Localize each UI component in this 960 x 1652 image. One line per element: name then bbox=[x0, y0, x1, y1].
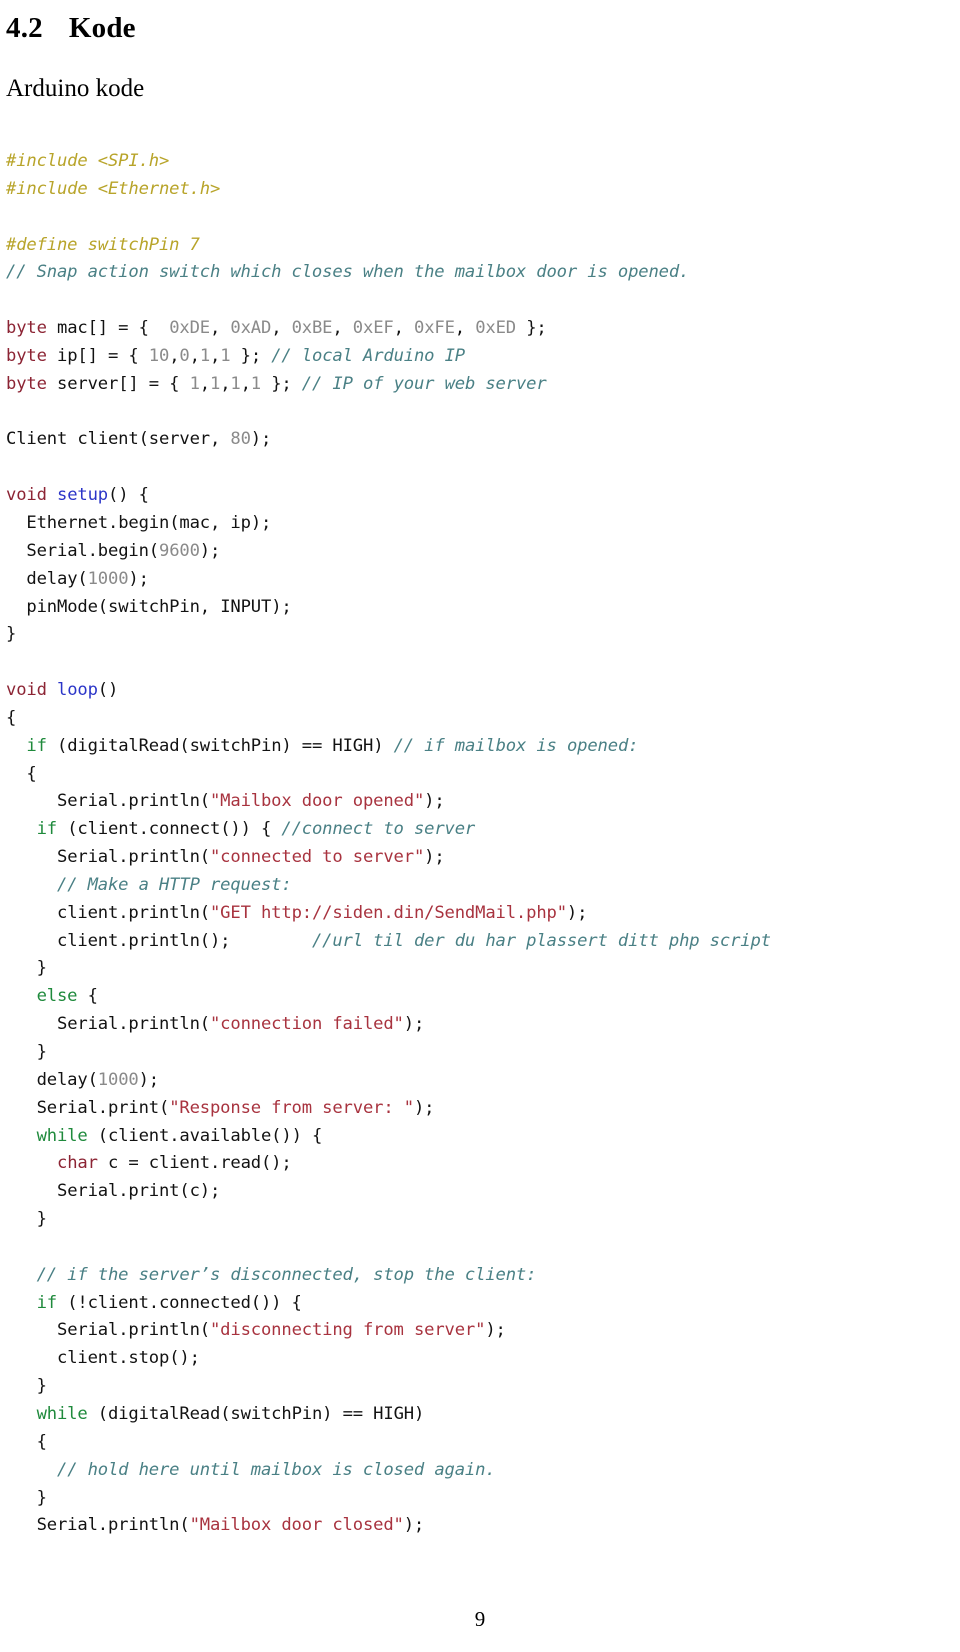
code-line: #include <SPI.h> bbox=[6, 151, 170, 171]
code-line: ​ bbox=[6, 287, 954, 315]
code-line: } bbox=[6, 1042, 47, 1062]
code-line: pinMode(switchPin, INPUT); bbox=[26, 596, 292, 617]
code-line: { bbox=[6, 1431, 47, 1452]
code-line: Serial.println("Mailbox door opened"); bbox=[57, 791, 445, 812]
page-content: 4.2 Kode Arduino kode #include <SPI.h> #in… bbox=[6, 0, 954, 1540]
code-line: byte mac[] = { 0xDE, 0xAD, 0xBE, 0xEF, 0… bbox=[6, 318, 547, 339]
code-line: byte ip[] = { 10,0,1,1 }; // local Ardui… bbox=[6, 345, 465, 366]
code-line: } bbox=[6, 1487, 47, 1508]
code-line: char c = client.read(); bbox=[57, 1153, 292, 1174]
code-line: if (digitalRead(switchPin) == HIGH) // i… bbox=[26, 735, 639, 756]
code-line: } bbox=[6, 624, 17, 645]
code-line: Serial.begin(9600); bbox=[26, 540, 221, 561]
code-block: #include <SPI.h>#include <Ethernet.h>​#d… bbox=[6, 103, 954, 1540]
code-line: #define switchPin 7 bbox=[6, 234, 200, 255]
section-number: 4.2 bbox=[6, 12, 43, 44]
code-line: delay(1000); bbox=[26, 568, 149, 589]
code-line: Serial.println("Mailbox door closed"); bbox=[36, 1515, 425, 1536]
section-title: Kode bbox=[68, 12, 136, 44]
code-line: ​ bbox=[6, 1234, 954, 1262]
code-line: } bbox=[6, 1376, 47, 1397]
code-line: { bbox=[6, 707, 17, 728]
code-line: ​ bbox=[6, 204, 954, 232]
code-line: void setup() { bbox=[6, 485, 149, 506]
code-line: #include <Ethernet.h> bbox=[6, 178, 221, 199]
code-line: // Make a HTTP request: bbox=[57, 874, 292, 895]
code-line: } bbox=[6, 1209, 47, 1230]
code-line: client.println("GET http://siden.din/Sen… bbox=[57, 902, 588, 923]
code-line: // hold here until mailbox is closed aga… bbox=[57, 1459, 496, 1480]
code-line: client.stop(); bbox=[57, 1348, 200, 1369]
code-line: Serial.println("connected to server"); bbox=[57, 847, 445, 868]
code-line: void loop() bbox=[6, 680, 119, 701]
code-line: // Snap action switch which closes when … bbox=[6, 262, 690, 283]
page-number: 9 bbox=[474, 1607, 486, 1631]
code-line: Serial.println("disconnecting from serve… bbox=[57, 1320, 506, 1341]
code-line: ​ bbox=[6, 399, 954, 427]
code-line: while (digitalRead(switchPin) == HIGH) bbox=[36, 1403, 425, 1424]
document-page: 4.2 Kode Arduino kode #include <SPI.h> #in… bbox=[0, 0, 960, 1652]
code-line: ​ bbox=[6, 454, 954, 482]
code-line: } bbox=[6, 958, 47, 979]
code-line: delay(1000); bbox=[36, 1069, 160, 1090]
code-line: Client client(server, 80); bbox=[6, 429, 272, 450]
code-line: ​ bbox=[6, 649, 954, 677]
code-line: { bbox=[6, 763, 37, 784]
code-line: Serial.print(c); bbox=[57, 1181, 221, 1202]
code-line: byte server[] = { 1,1,1,1 }; // IP of yo… bbox=[6, 373, 547, 394]
code-line: Serial.print("Response from server: "); bbox=[36, 1097, 435, 1118]
code-line: if (client.connect()) { //connect to ser… bbox=[36, 819, 476, 840]
page-title: 4.2 Kode bbox=[6, 0, 954, 45]
code-line: Ethernet.begin(mac, ip); bbox=[26, 512, 272, 533]
subtitle: Arduino kode bbox=[6, 75, 145, 102]
code-line: // if the server’s disconnected, stop th… bbox=[36, 1264, 537, 1285]
code-line: while (client.available()) { bbox=[36, 1125, 323, 1146]
code-line: client.println(); //url til der du har p… bbox=[57, 930, 771, 951]
code-line: Serial.println("connection failed"); bbox=[57, 1014, 425, 1035]
code-line: else { bbox=[36, 986, 98, 1007]
code-line: if (!client.connected()) { bbox=[36, 1292, 302, 1313]
